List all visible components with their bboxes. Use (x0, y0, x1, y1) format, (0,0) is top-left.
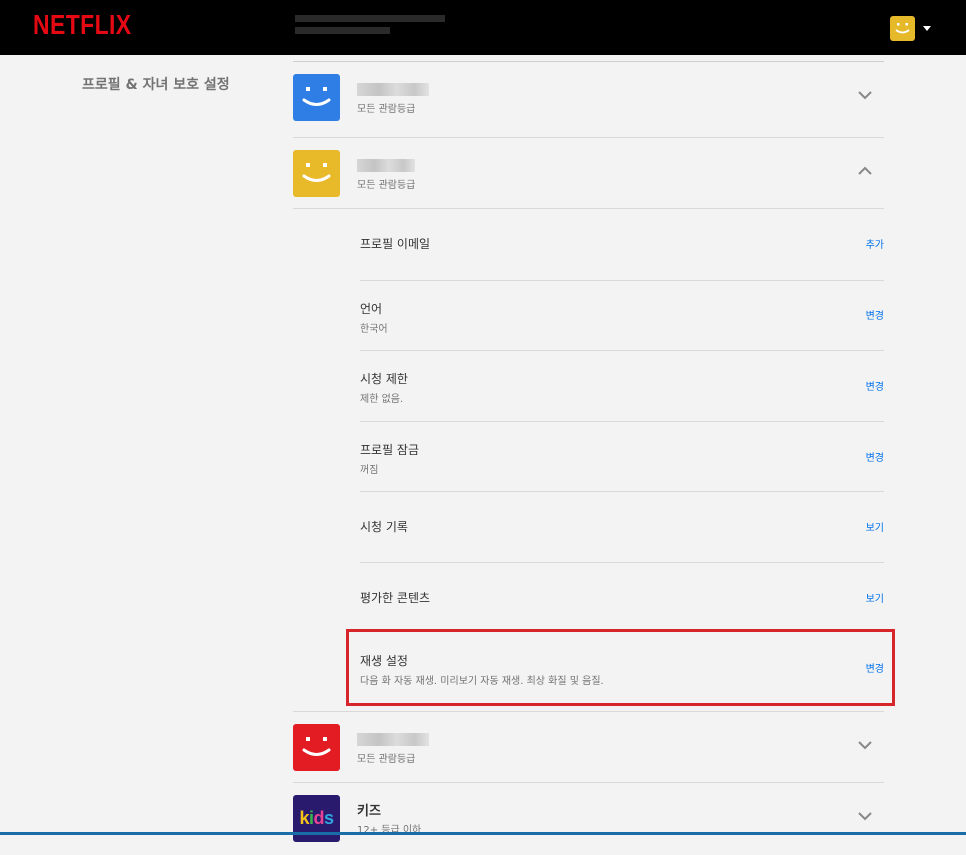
section-label-profile-parental: 프로필 & 자녀 보호 설정 (82, 77, 230, 93)
obscured-header-text (295, 10, 445, 48)
change-link[interactable]: 변경 (866, 449, 884, 464)
setting-language: 언어 한국어 변경 (360, 290, 884, 350)
setting-title: 프로필 잠금 (360, 443, 420, 457)
setting-title: 언어 (360, 302, 383, 316)
divider (293, 711, 884, 712)
chevron-down-icon[interactable] (858, 809, 872, 823)
divider (360, 491, 884, 492)
profile-avatar-red (293, 724, 340, 771)
divider (293, 208, 884, 209)
divider (293, 61, 884, 62)
change-link[interactable]: 변경 (866, 307, 884, 322)
smiley-face-icon (293, 150, 340, 197)
profile-row[interactable]: 모든 관람등급 (293, 150, 884, 210)
chevron-down-icon[interactable] (858, 88, 872, 102)
setting-title: 평가한 콘텐츠 (360, 591, 431, 605)
view-link[interactable]: 보기 (866, 519, 884, 534)
profile-name-obscured (357, 83, 429, 96)
profile-avatar-yellow (293, 150, 340, 197)
setting-title: 시청 기록 (360, 520, 408, 534)
view-link[interactable]: 보기 (866, 590, 884, 605)
profile-name: 키즈 (357, 804, 381, 819)
setting-title: 프로필 이메일 (360, 237, 431, 251)
divider (360, 421, 884, 422)
netflix-logo[interactable]: NETFLIX (33, 9, 132, 41)
setting-ratings: 평가한 콘텐츠 보기 (360, 572, 884, 632)
setting-profile-lock: 프로필 잠금 꺼짐 변경 (360, 431, 884, 491)
setting-viewing-activity: 시청 기록 보기 (360, 501, 884, 561)
kids-logo: kids (299, 808, 334, 828)
divider (360, 280, 884, 281)
profile-name-obscured (357, 733, 429, 746)
divider (293, 782, 884, 783)
smiley-face-icon (293, 724, 340, 771)
chevron-up-icon[interactable] (858, 164, 872, 178)
top-nav-bar: NETFLIX (0, 0, 966, 55)
add-link[interactable]: 추가 (866, 236, 884, 251)
change-link[interactable]: 변경 (866, 378, 884, 393)
setting-profile-email: 프로필 이메일 추가 (360, 220, 884, 280)
profile-row[interactable]: kids 키즈 12+ 등급 이하 (293, 795, 884, 855)
profile-name-obscured (357, 159, 415, 172)
profile-row[interactable]: 모든 관람등급 (293, 724, 884, 784)
setting-viewing-restrictions: 시청 제한 제한 없음. 변경 (360, 360, 884, 420)
highlight-box (346, 629, 895, 706)
profile-rating: 모든 관람등급 (357, 104, 416, 115)
divider (360, 562, 884, 563)
profile-rating: 모든 관람등급 (357, 754, 416, 765)
account-avatar[interactable] (890, 16, 915, 41)
caret-down-icon[interactable] (923, 26, 931, 31)
setting-description: 한국어 (360, 324, 388, 335)
setting-title: 시청 제한 (360, 372, 408, 386)
smiley-face-icon (293, 74, 340, 121)
divider (293, 137, 884, 138)
profile-row[interactable]: 모든 관람등급 (293, 74, 884, 134)
divider (360, 350, 884, 351)
smiley-face-icon (895, 23, 910, 34)
chevron-down-icon[interactable] (858, 738, 872, 752)
setting-description: 제한 없음. (360, 394, 404, 405)
profile-rating: 모든 관람등급 (357, 180, 416, 191)
profile-avatar-blue (293, 74, 340, 121)
setting-description: 꺼짐 (360, 465, 379, 476)
